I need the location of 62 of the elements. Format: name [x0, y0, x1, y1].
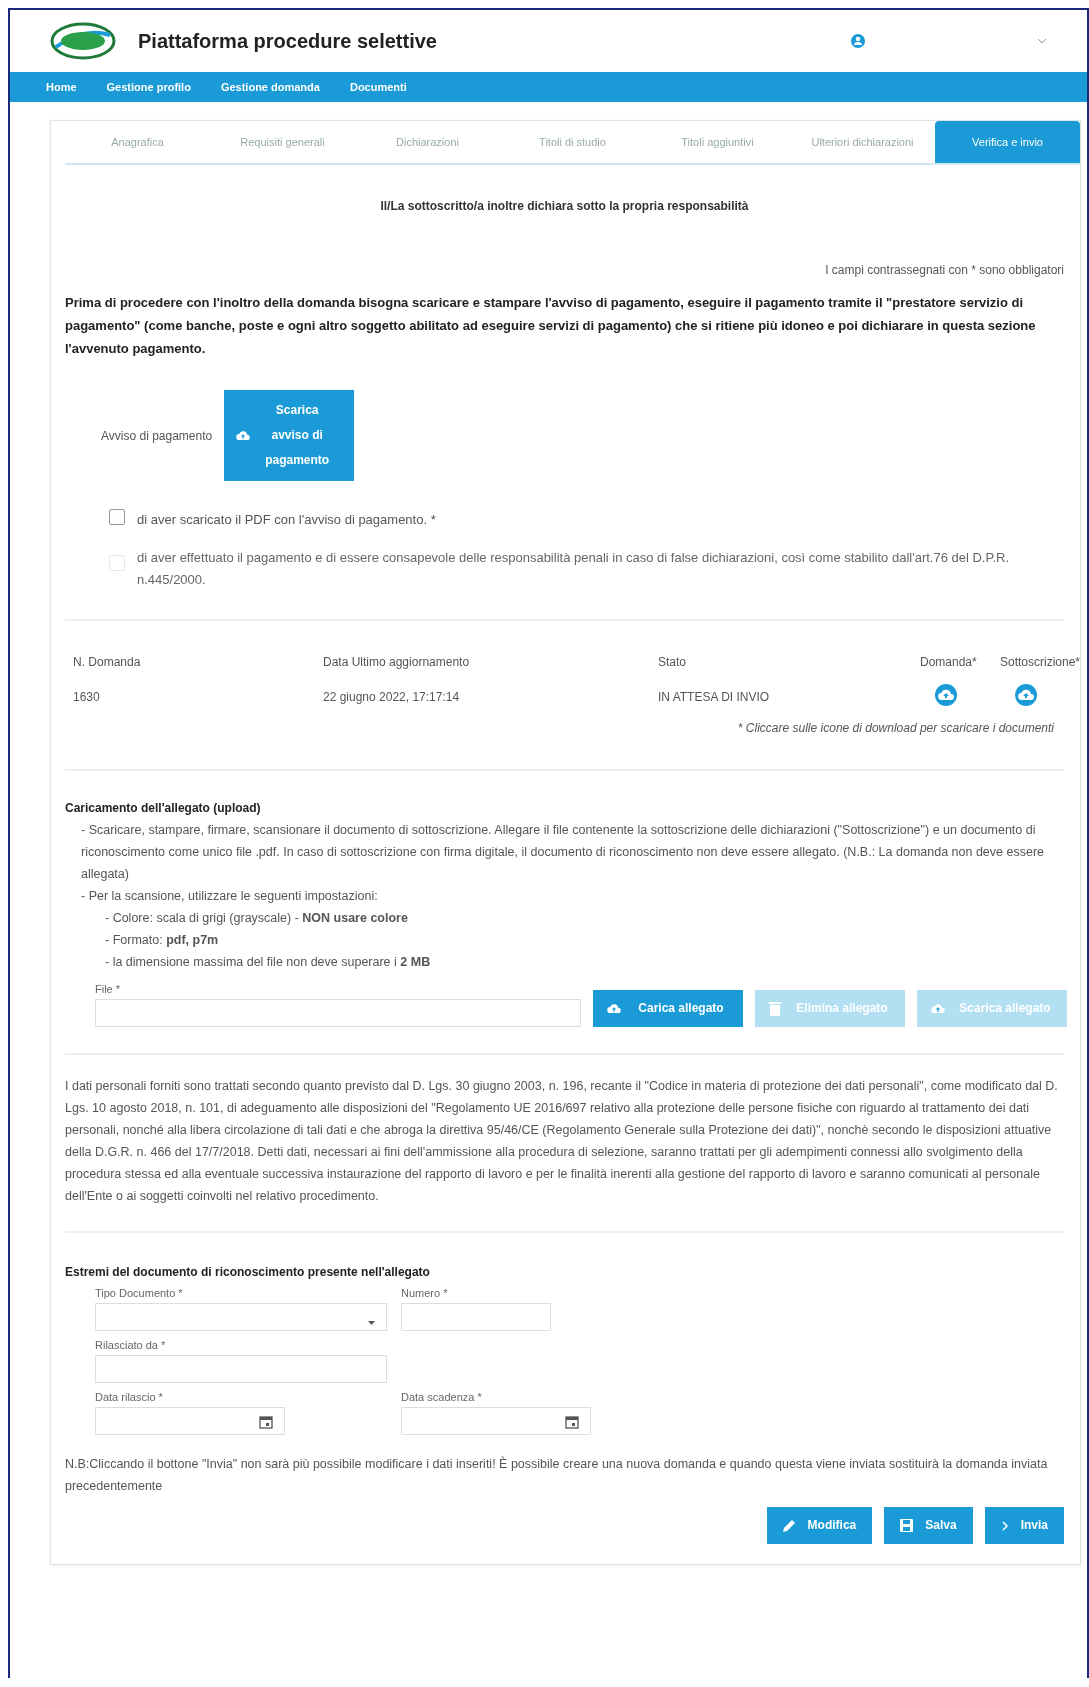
- chevron-down-icon[interactable]: [1037, 38, 1047, 44]
- column-header: Sottoscrizione*: [1000, 655, 1080, 669]
- section-title: Il/La sottoscritto/a inoltre dichiara sotto la propria responsabilità: [379, 199, 750, 213]
- app-title: Piattaforma procedure selettive: [138, 29, 438, 53]
- nav-link[interactable]: Home: [46, 81, 77, 93]
- field-label: File *: [95, 983, 122, 995]
- instruction-text: - Per la scansione, utilizzare le seguenti impostazioni:: [81, 888, 379, 905]
- file-input[interactable]: [95, 999, 581, 1027]
- checkbox-label: di aver scaricato il PDF con l'avviso di pagamento. *: [137, 511, 436, 529]
- field-label: Avviso di pagamento: [101, 428, 213, 443]
- instruction-text: - Formato: pdf, p7m: [105, 932, 220, 949]
- cloud-upload-icon: [931, 1001, 945, 1016]
- action-button[interactable]: Invia: [984, 1507, 1064, 1544]
- date-field[interactable]: [95, 1407, 285, 1435]
- download-icon[interactable]: [934, 683, 958, 707]
- checkbox[interactable]: [109, 509, 125, 525]
- user-icon[interactable]: [851, 34, 865, 48]
- chevron-right-icon: [1000, 1520, 1009, 1531]
- column-header: N. Domanda: [73, 655, 142, 669]
- field-label: Data rilascio *: [95, 1391, 164, 1403]
- calendar-icon[interactable]: [259, 1415, 273, 1429]
- privacy-text: I dati personali forniti sono trattati secondo quanto previsto dal D. Lgs. 30 giugno 2003, n. 196, recante il "Codice in materia di protezione dei dati personali", come modificato dal D. Lgs. 10 agosto 2018, n. 101, di adeguamento alle disposizioni del "Regolamento UE 2016/697 relativo alla protezione delle persone fisiche con riguardo al trattamento dei dati personali, nonché alla libera circolazione di tali dati e che abroga la direttiva 95/46/CE (Regolamento Generale sulla Protezione dei dati)", nonchè secondo le disposizioni attuative della D.G.R. n. 466 del 17/7/2018. Detti dati, necessari ai fini dell'ammissione alla procedura di selezione, saranno trattati per gli adempimenti connessi allo svolgimento della procedura stessa ed alla eventuale successiva instaurazione del rapporto di lavoro e per le finalità inerenti alla gestione del rapporto di lavoro e saranno comunicati al personale dell'Ente o ai soggetti coinvolti nel relativo procedimento.: [65, 1078, 1059, 1205]
- instruction-text: - Colore: scala di grigi (grayscale) - NON usare colore: [105, 910, 409, 927]
- table-cell-text: 1630: [73, 690, 101, 704]
- number-field[interactable]: [401, 1303, 551, 1331]
- instruction-text: - Scaricare, stampare, firmare, scansionare il documento di sottoscrizione. Allegare il file contenente la sottoscrizione delle dichiarazioni ("Sottoscrizione") e un documento di riconoscimento come unico file .pdf. In caso di sottoscrizione con firma digitale, il documento di riconoscimento non deve essere allegato. (N.B.: La domanda non deve essere allegata): [81, 822, 1046, 883]
- table-cell-text: 22 giugno 2022, 17:17:14: [323, 690, 461, 704]
- column-header: Data Ultimo aggiornamento: [323, 655, 471, 669]
- document-title: Estremi del documento di riconoscimento presente nell'allegato: [65, 1265, 431, 1279]
- caret-down-icon: [368, 1321, 375, 1325]
- action-button[interactable]: Salva: [884, 1507, 973, 1544]
- calendar-icon[interactable]: [565, 1415, 579, 1429]
- trash-icon: [769, 1001, 781, 1016]
- instruction-text: - la dimensione massima del file non deve superare i 2 MB: [105, 954, 432, 971]
- field-label: Tipo Documento *: [95, 1287, 184, 1299]
- nav-link[interactable]: Gestione domanda: [220, 81, 320, 93]
- required-note: I campi contrassegnati con * sono obbligatori: [824, 263, 1064, 277]
- payment-notice: Prima di procedere con l'inoltro della domanda bisogna scaricare e stampare l'avviso di pagamento, eseguire il pagamento tramite il "prestatore servizio di pagamento" (come banche, poste e ogni altro soggetto abilitato ad eseguire servizi di pagamento) che si ritiene più idoneo e poi dichiarare in questa sezione l'avvenuto pagamento.: [65, 294, 1037, 358]
- nav-link[interactable]: Gestione profilo: [106, 81, 191, 93]
- download-notice-button[interactable]: Scarica avviso di pagamento: [224, 390, 355, 481]
- column-header: Stato: [658, 655, 688, 669]
- nav-link[interactable]: Documenti: [349, 81, 407, 93]
- action-button[interactable]: Modifica: [766, 1507, 873, 1544]
- issuer-field[interactable]: [95, 1355, 387, 1383]
- tab[interactable]: Verifica e invio: [935, 121, 1080, 163]
- field-label: Numero *: [401, 1287, 449, 1299]
- pencil-icon: [782, 1519, 796, 1532]
- final-note: N.B:Cliccando il bottone "Invia" non sarà più possibile modificare i dati inseriti! È possibile creare una nuova domanda e quando questa viene inviata sostituirà la domanda inviata precedentemente: [65, 1455, 1049, 1495]
- checkbox-label: di aver effettuato il pagamento e di essere consapevole delle responsabilità penali in caso di false dichiarazioni, così come stabilito dall'art.76 del D.P.R. n.445/2000.: [137, 549, 1011, 589]
- column-header: Domanda*: [920, 655, 978, 669]
- attachment-button[interactable]: Carica allegato: [593, 990, 743, 1027]
- cloud-upload-icon: [607, 1001, 621, 1016]
- table-cell-text: IN ATTESA DI INVIO: [658, 690, 771, 704]
- save-icon: [900, 1519, 914, 1532]
- field-label: Rilasciato da *: [95, 1339, 167, 1351]
- field-label: Data scadenza *: [401, 1391, 483, 1403]
- download-note: * Cliccare sulle icone di download per scaricare i documenti: [736, 721, 1054, 735]
- date-field[interactable]: [401, 1407, 591, 1435]
- upload-title: Caricamento dell'allegato (upload): [65, 801, 262, 815]
- logo: [50, 21, 116, 61]
- cloud-upload-icon: [236, 428, 251, 443]
- download-icon[interactable]: [1014, 683, 1038, 707]
